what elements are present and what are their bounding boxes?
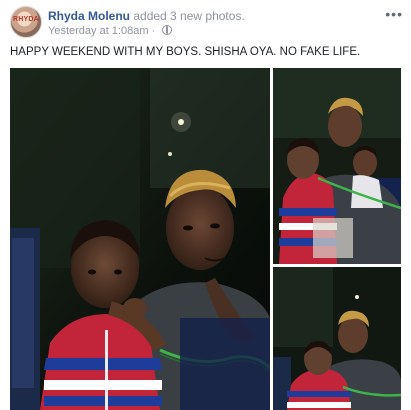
- post-timestamp-link[interactable]: Yesterday at 1:08am: [48, 25, 149, 37]
- photo-main[interactable]: [10, 68, 270, 410]
- post-header: RHYDA Rhyda Molenu added 3 new photos. Y…: [10, 6, 405, 38]
- author-name-link[interactable]: Rhyda Molenu: [48, 9, 130, 23]
- photo-top-right-image: [273, 68, 401, 264]
- photo-post: RHYDA Rhyda Molenu added 3 new photos. Y…: [0, 0, 411, 410]
- post-meta: Yesterday at 1:08am ·: [48, 25, 173, 37]
- post-caption: HAPPY WEEKEND WITH MY BOYS. SHISHA OYA. …: [10, 46, 361, 58]
- photo-bottom-right-image: [273, 267, 401, 410]
- globe-icon[interactable]: [162, 25, 173, 35]
- post-action-text: added 3 new photos.: [130, 9, 245, 23]
- more-options-icon[interactable]: •••: [385, 7, 403, 21]
- avatar-logo-text: RHYDA: [13, 16, 39, 23]
- photo-main-image: [10, 68, 270, 410]
- photo-top-right[interactable]: [273, 68, 401, 264]
- author-line: Rhyda Molenu added 3 new photos.: [48, 9, 245, 23]
- photo-bottom-right[interactable]: [273, 267, 401, 410]
- meta-separator: ·: [148, 25, 159, 37]
- avatar[interactable]: RHYDA: [10, 6, 42, 38]
